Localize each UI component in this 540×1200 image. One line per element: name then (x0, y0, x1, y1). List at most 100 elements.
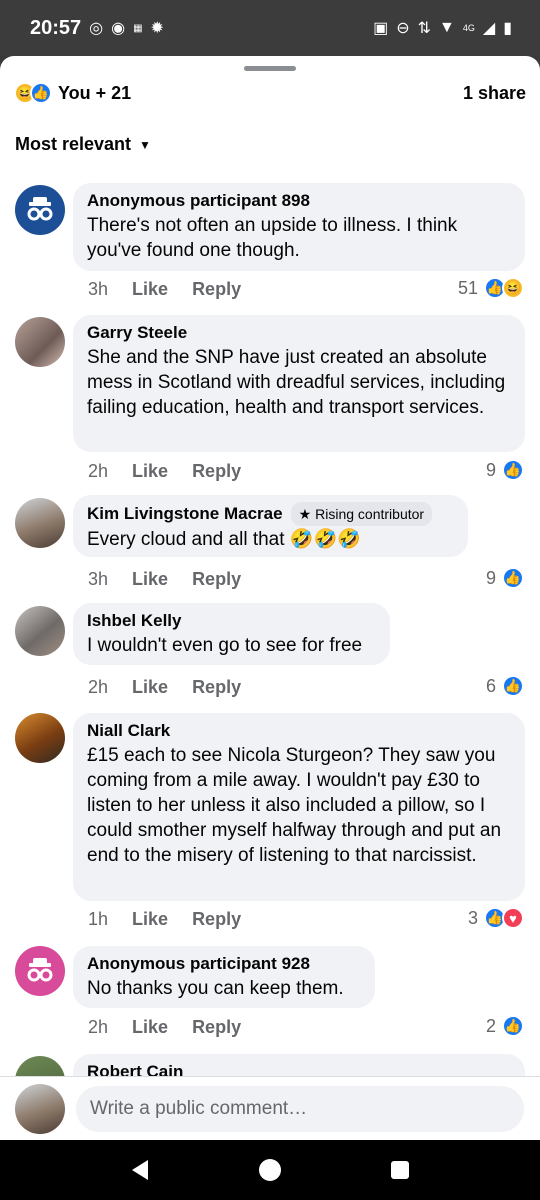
comment-reaction-count[interactable]: 2 👍 (486, 1015, 524, 1037)
comment-text: Every cloud and all that 🤣🤣🤣 (87, 529, 361, 550)
reply-button[interactable]: Reply (192, 279, 241, 300)
comment-actions: 2h Like Reply (88, 677, 265, 698)
comment-time[interactable]: 3h (88, 279, 108, 300)
like-button[interactable]: Like (132, 1017, 168, 1038)
like-button[interactable]: Like (132, 461, 168, 482)
home-button[interactable] (240, 1140, 300, 1200)
battery-icon: ▮ (503, 20, 512, 37)
anonymous-avatar[interactable] (15, 185, 65, 235)
back-button[interactable] (110, 1140, 170, 1200)
comment-bubble[interactable]: Anonymous participant 898 There's not of… (73, 183, 525, 271)
like-reaction-icon: 👍 (502, 675, 524, 697)
comment-actions: 2h Like Reply (88, 1017, 265, 1038)
reply-button[interactable]: Reply (192, 569, 241, 590)
reaction-count: 6 (485, 675, 496, 696)
comment-author[interactable]: Kim Livingstone Macrae ★ Rising contribu… (87, 502, 454, 526)
rising-contributor-badge[interactable]: ★ Rising contributor (290, 502, 433, 526)
reactions-summary[interactable]: 😆 👍 You + 21 1 share (14, 78, 526, 108)
comment-actions: 3h Like Reply (88, 279, 265, 300)
comment-text: I wouldn't even go to see for free (87, 635, 363, 656)
author-name: Kim Livingstone Macrae (87, 504, 283, 523)
status-time: 20:57 (30, 16, 82, 39)
comment-actions: 2h Like Reply (88, 461, 265, 482)
comment-composer (0, 1076, 540, 1140)
like-reaction-icon: 👍 (502, 459, 524, 481)
home-icon (259, 1159, 281, 1181)
messenger-icon: ◉ (111, 20, 126, 37)
reaction-count: 3 (467, 907, 478, 928)
status-bar: 20:57 ◎ ◉ ▦ ✹ ▣ ⊖ ⇅ ▼ 4G ◢ ▮ (0, 0, 540, 56)
comment-actions: 1h Like Reply (88, 909, 265, 930)
current-user-avatar[interactable] (15, 1084, 65, 1134)
love-reaction-icon: ♥ (502, 907, 524, 929)
like-button[interactable]: Like (132, 279, 168, 300)
comment-reaction-count[interactable]: 9 👍 (486, 459, 524, 481)
user-avatar[interactable] (15, 498, 65, 548)
comments-sheet: 😆 👍 You + 21 1 share Most relevant ▼ Ano… (0, 56, 540, 1140)
comment-reaction-count[interactable]: 9 👍 (486, 567, 524, 589)
temu-icon: ▦ (133, 22, 143, 34)
comment-author[interactable]: Garry Steele (87, 322, 511, 344)
sort-dropdown[interactable]: Most relevant ▼ (15, 134, 151, 155)
like-button[interactable]: Like (132, 677, 168, 698)
nfc-icon: ▣ (373, 20, 389, 37)
sort-label: Most relevant (15, 134, 132, 154)
comment-time[interactable]: 2h (88, 677, 108, 698)
comment-text: She and the SNP have just created an abs… (87, 347, 506, 418)
like-reaction-icon: 👍 (30, 82, 52, 104)
user-avatar[interactable] (15, 606, 65, 656)
reply-button[interactable]: Reply (192, 677, 241, 698)
chevron-down-icon: ▼ (139, 137, 151, 152)
share-count[interactable]: 1 share (463, 83, 526, 104)
comment-time[interactable]: 2h (88, 1017, 108, 1038)
comment-input[interactable] (76, 1086, 524, 1132)
comment-text: No thanks you can keep them. (87, 978, 344, 999)
comment-bubble[interactable]: Kim Livingstone Macrae ★ Rising contribu… (73, 495, 468, 557)
comment-text: £15 each to see Nicola Sturgeon? They sa… (87, 745, 502, 866)
badge-label: Rising contributor (315, 506, 425, 522)
star-icon: ★ (298, 506, 312, 522)
navigation-bar (0, 1140, 540, 1200)
comment-reaction-count[interactable]: 3 👍 ♥ (468, 907, 524, 929)
comment-bubble[interactable]: Niall Clark £15 each to see Nicola Sturg… (73, 713, 525, 901)
comment-time[interactable]: 1h (88, 909, 108, 930)
anonymous-avatar[interactable] (15, 946, 65, 996)
comment-author[interactable]: Anonymous participant 898 (87, 190, 511, 212)
comment-reaction-count[interactable]: 51 👍 😆 (458, 277, 524, 299)
like-reaction-icon: 👍 (502, 567, 524, 589)
reaction-count: 9 (485, 567, 496, 588)
4g-icon: 4G (462, 23, 475, 33)
recents-button[interactable] (370, 1140, 430, 1200)
reply-button[interactable]: Reply (192, 909, 241, 930)
like-reaction-icon: 👍 (502, 1015, 524, 1037)
comment-author[interactable]: Anonymous participant 928 (87, 953, 361, 975)
reaction-count: 2 (485, 1015, 496, 1036)
user-avatar[interactable] (15, 713, 65, 763)
comment-author[interactable]: Niall Clark (87, 720, 511, 742)
haha-reaction-icon: 😆 (502, 277, 524, 299)
back-icon (132, 1160, 148, 1180)
like-button[interactable]: Like (132, 569, 168, 590)
comment-time[interactable]: 3h (88, 569, 108, 590)
data-arrows-icon: ⇅ (417, 20, 432, 37)
user-avatar[interactable] (15, 317, 65, 367)
settings-icon: ✹ (150, 20, 164, 37)
do-not-disturb-icon: ⊖ (396, 20, 410, 37)
reaction-summary-text: You + 21 (58, 82, 132, 103)
comment-reaction-count[interactable]: 6 👍 (486, 675, 524, 697)
wifi-icon: ▼ (439, 19, 455, 36)
like-button[interactable]: Like (132, 909, 168, 930)
comment-bubble[interactable]: Garry Steele She and the SNP have just c… (73, 315, 525, 452)
drag-handle[interactable] (244, 66, 296, 71)
comment-author[interactable]: Ishbel Kelly (87, 610, 376, 632)
whatsapp-icon: ◎ (89, 20, 104, 37)
recents-icon (391, 1161, 409, 1179)
reply-button[interactable]: Reply (192, 1017, 241, 1038)
reaction-count: 9 (485, 459, 496, 480)
reaction-count: 51 (457, 277, 478, 298)
reply-button[interactable]: Reply (192, 461, 241, 482)
signal-icon: ◢ (482, 20, 496, 37)
comment-time[interactable]: 2h (88, 461, 108, 482)
comment-bubble[interactable]: Ishbel Kelly I wouldn't even go to see f… (73, 603, 390, 665)
comment-bubble[interactable]: Anonymous participant 928 No thanks you … (73, 946, 375, 1008)
